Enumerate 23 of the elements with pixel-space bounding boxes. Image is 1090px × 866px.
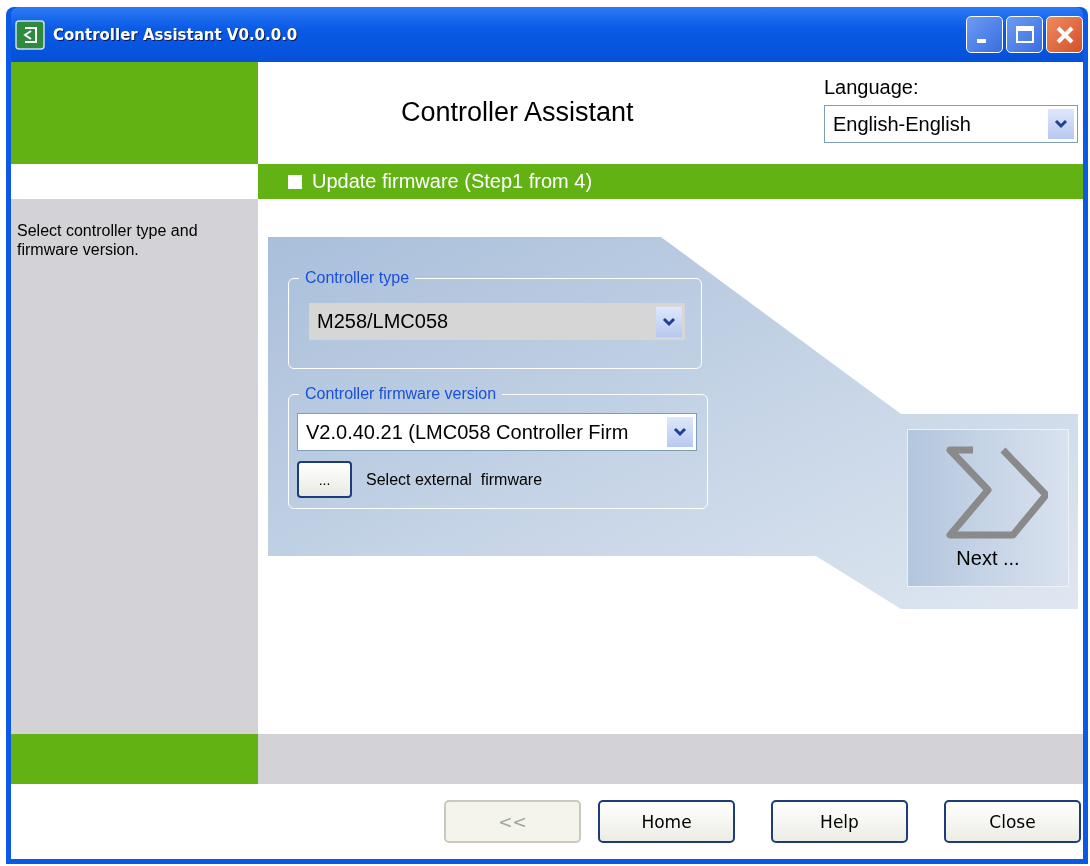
controller-type-dropdown[interactable]: M258/LMC058 [309, 303, 685, 340]
sidebar-text: Select controller type and firmware version. [17, 222, 198, 259]
group-title: Controller firmware version [304, 385, 498, 403]
language-dropdown[interactable]: English-English [824, 105, 1078, 143]
minimize-button[interactable] [966, 16, 1003, 53]
window-title: Controller Assistant V0.0.0.0 [53, 25, 298, 44]
maximize-button[interactable] [1006, 16, 1043, 53]
step-title: Update firmware (Step1 from 4) [312, 170, 593, 193]
minimize-icon [977, 38, 986, 43]
header-title: Controller Assistant [401, 96, 634, 128]
close-button[interactable] [1046, 16, 1083, 53]
footer-button[interactable]: Help [771, 800, 908, 843]
next-button[interactable]: Next ... [907, 429, 1069, 587]
footer-button[interactable]: Close [944, 800, 1081, 843]
language-label: Language: [824, 76, 920, 99]
browse-button[interactable]: ... [297, 461, 352, 498]
browse-label: Select external firmware [366, 470, 543, 489]
app-icon [15, 19, 45, 50]
maximize-icon [1014, 24, 1035, 45]
footer-button[interactable]: Home [598, 800, 735, 843]
square-icon [288, 174, 302, 189]
firmware-version-dropdown[interactable]: V2.0.40.21 (LMC058 Controller Firm [297, 413, 697, 451]
group-title: Controller type [304, 269, 411, 287]
